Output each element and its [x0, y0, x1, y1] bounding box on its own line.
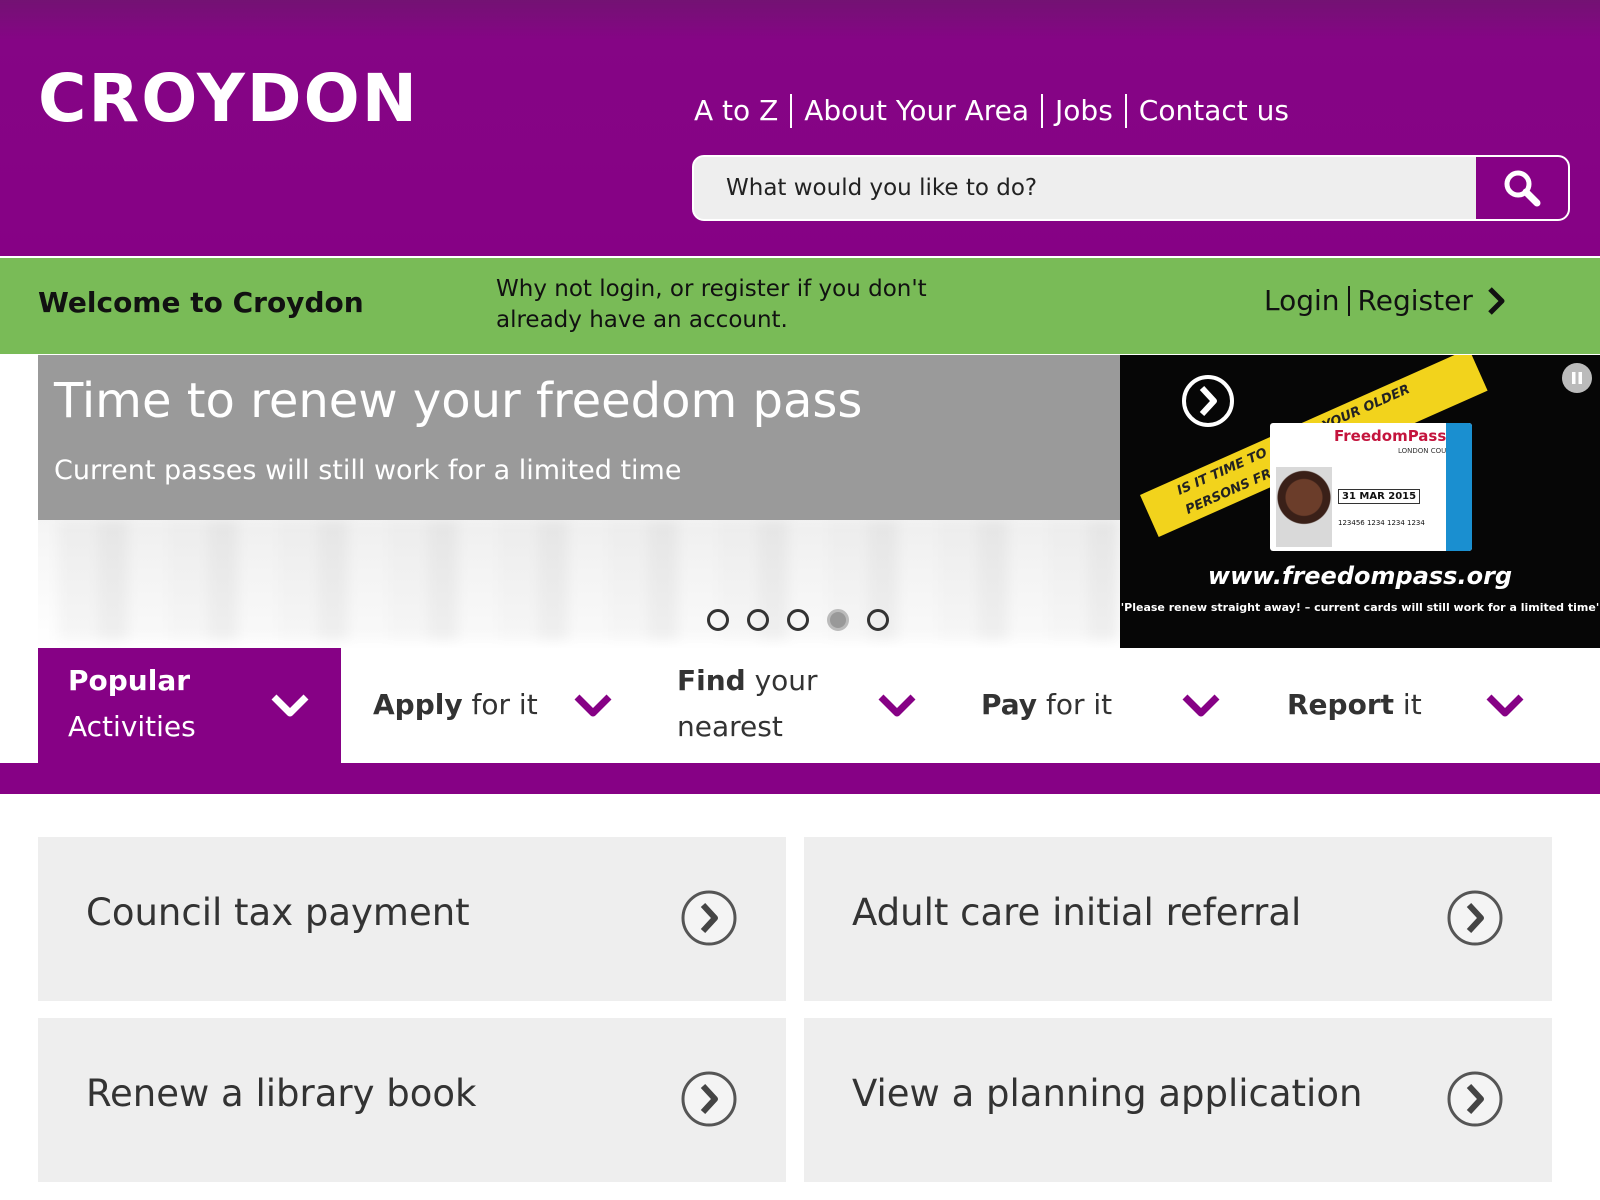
- chevron-right-icon[interactable]: [1487, 286, 1505, 316]
- register-link[interactable]: Register: [1358, 284, 1473, 317]
- nav-a-to-z[interactable]: A to Z: [694, 94, 778, 128]
- activity-card[interactable]: View a planning application: [804, 1018, 1552, 1182]
- nav-divider: [1041, 94, 1044, 128]
- login-register: Login Register: [1264, 284, 1505, 317]
- chevron-down-icon: [878, 694, 916, 717]
- card-strip: [1446, 423, 1472, 551]
- welcome-message: Why not login, or register if you don't …: [496, 276, 927, 333]
- freedom-pass-card: FreedomPass LONDON COUNCILS 31 MAR 2015 …: [1270, 423, 1472, 551]
- slide-caption: Time to renew your freedom pass Current …: [38, 355, 1120, 520]
- nav-jobs[interactable]: Jobs: [1055, 94, 1113, 128]
- activity-card[interactable]: Adult care initial referral: [804, 837, 1552, 1001]
- tab-label-bold: Report: [1287, 688, 1395, 721]
- circle-arrow-icon: [681, 890, 737, 946]
- circle-arrow-icon: [681, 1071, 737, 1127]
- chevron-down-icon: [574, 694, 612, 717]
- activity-label: View a planning application: [852, 1072, 1363, 1115]
- carousel-dot[interactable]: [787, 609, 809, 631]
- tab-label-bold: Apply: [373, 688, 463, 721]
- top-nav: A to Z About Your Area Jobs Contact us: [694, 94, 1289, 128]
- chevron-down-icon: [271, 694, 309, 717]
- freedom-pass-advert[interactable]: IS IT TIME TO RENEW YOUR OLDER PERSONS F…: [1120, 355, 1600, 648]
- carousel-dot[interactable]: [707, 609, 729, 631]
- activity-card[interactable]: Council tax payment: [38, 837, 786, 1001]
- nav-divider: [1124, 94, 1127, 128]
- activity-card[interactable]: Renew a library book: [38, 1018, 786, 1182]
- nav-divider: [790, 94, 793, 128]
- tab-label-rest: for it: [1037, 688, 1113, 721]
- activity-label: Adult care initial referral: [852, 891, 1302, 934]
- carousel-dot-active[interactable]: [827, 609, 849, 631]
- tab-label-bold: Find: [677, 664, 746, 697]
- login-divider: [1347, 285, 1350, 316]
- tabs-underline-band: [0, 763, 1600, 794]
- nav-contact-us[interactable]: Contact us: [1139, 94, 1289, 128]
- tab-label-bold: Pay: [981, 688, 1038, 721]
- tab-apply-for-it[interactable]: Apply for it: [341, 648, 645, 763]
- search-icon: [1504, 170, 1541, 207]
- circle-arrow-icon: [1447, 890, 1503, 946]
- activity-label: Council tax payment: [86, 891, 470, 934]
- circle-arrow-icon: [1182, 375, 1234, 427]
- tab-label-rest: Activities: [68, 710, 196, 743]
- pause-button[interactable]: [1562, 363, 1592, 393]
- carousel-dots: [707, 609, 889, 631]
- slide-subtitle: Current passes will still work for a lim…: [54, 455, 682, 486]
- tab-report-it[interactable]: Report it: [1253, 648, 1557, 763]
- slide-title[interactable]: Time to renew your freedom pass: [54, 375, 862, 428]
- pause-icon: [1572, 372, 1582, 384]
- activity-label: Renew a library book: [86, 1072, 477, 1115]
- card-date: 31 MAR 2015: [1338, 489, 1421, 504]
- welcome-bar: Welcome to Croydon Why not login, or reg…: [0, 258, 1600, 354]
- tab-label-rest: for it: [462, 688, 538, 721]
- search-button[interactable]: [1476, 157, 1568, 219]
- site-header: CROYDON A to Z About Your Area Jobs Cont…: [0, 0, 1600, 256]
- search-bar: [692, 155, 1570, 221]
- login-link[interactable]: Login: [1264, 284, 1340, 317]
- chevron-down-icon: [1486, 694, 1524, 717]
- carousel-dot[interactable]: [867, 609, 889, 631]
- card-number: 123456 1234 1234 1234: [1338, 519, 1425, 527]
- welcome-title: Welcome to Croydon: [38, 286, 364, 319]
- tab-find-your-nearest[interactable]: Find your nearest: [645, 648, 949, 763]
- card-photo: [1276, 467, 1332, 547]
- croydon-logo[interactable]: CROYDON: [38, 66, 419, 132]
- card-brand: FreedomPass: [1334, 427, 1447, 445]
- tab-pay-for-it[interactable]: Pay for it: [949, 648, 1253, 763]
- blurred-background: [58, 520, 1118, 640]
- chevron-down-icon: [1182, 694, 1220, 717]
- ad-url: www.freedompass.org: [1207, 562, 1513, 590]
- nav-about-your-area[interactable]: About Your Area: [804, 94, 1029, 128]
- category-tabs: Popular Activities Apply for it Find you…: [0, 648, 1600, 763]
- carousel-dot[interactable]: [747, 609, 769, 631]
- tab-popular-activities[interactable]: Popular Activities: [38, 648, 341, 763]
- tab-label-rest: it: [1394, 688, 1422, 721]
- search-input[interactable]: [694, 157, 1478, 219]
- ad-note: 'Please renew straight away! – current c…: [1120, 601, 1600, 614]
- circle-arrow-icon: [1447, 1071, 1503, 1127]
- tab-label-bold: Popular: [68, 664, 191, 697]
